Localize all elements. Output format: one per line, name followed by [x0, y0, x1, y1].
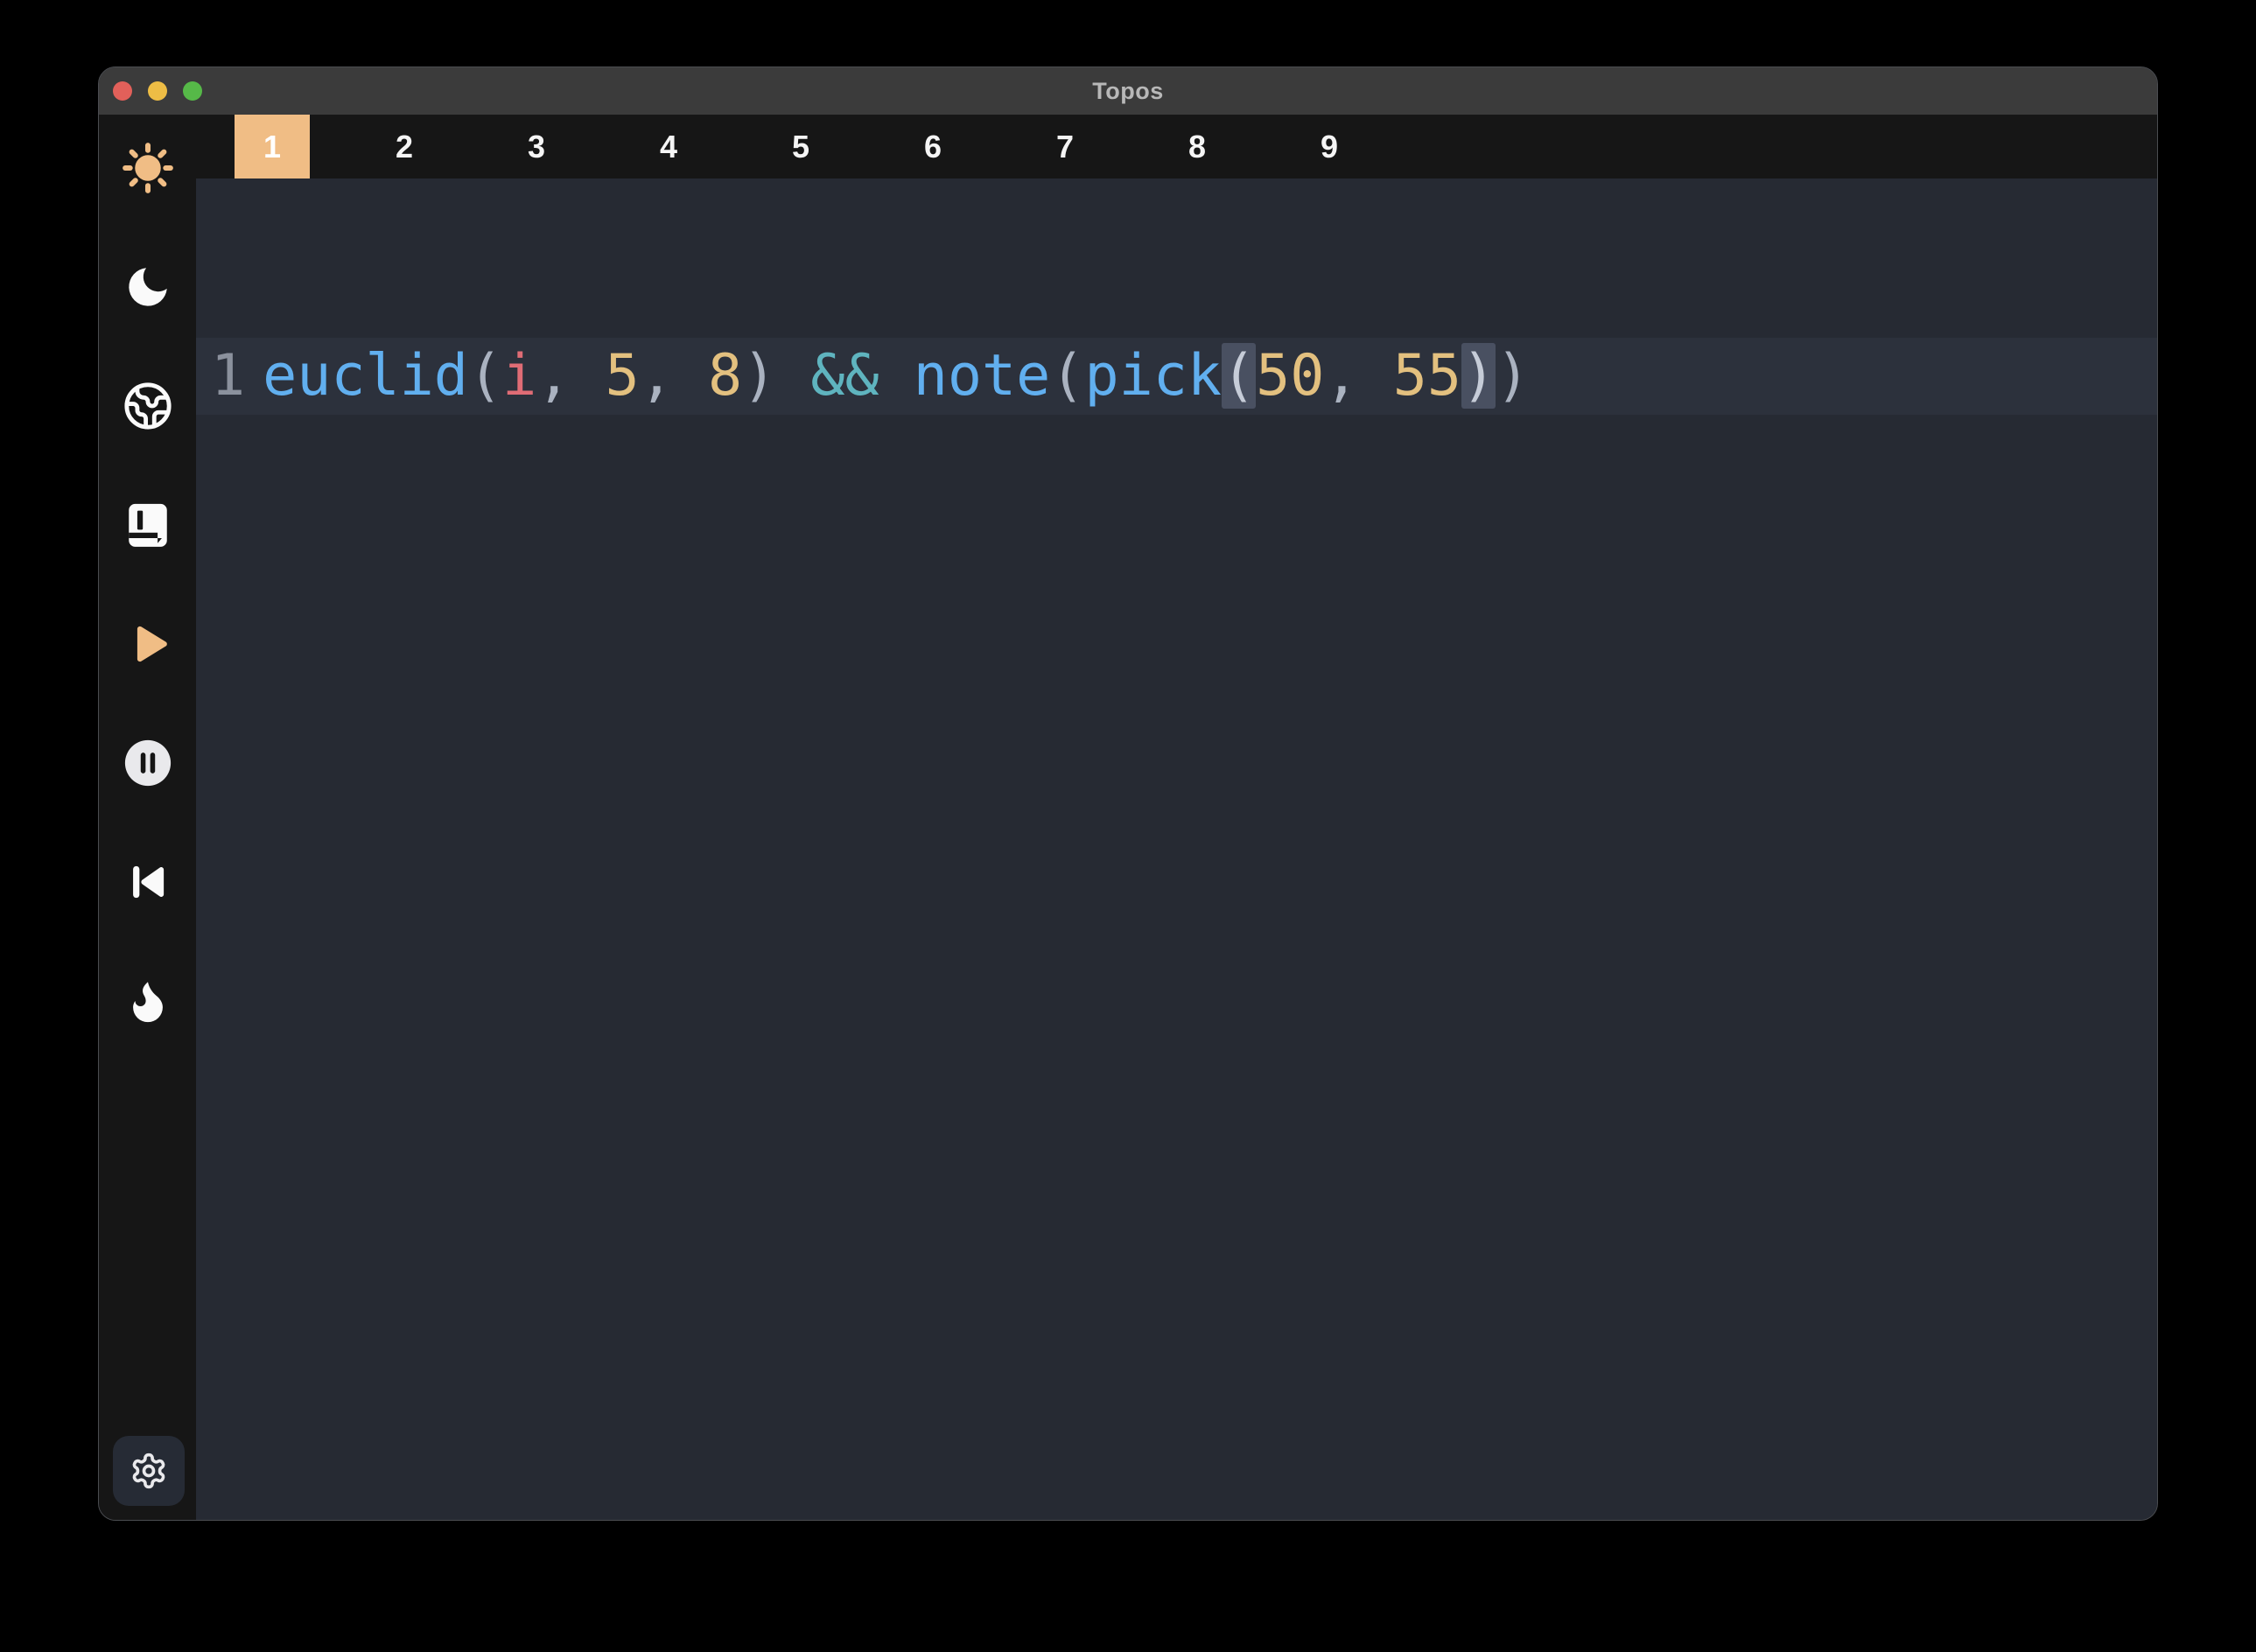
sidebar [99, 115, 196, 1520]
code-token: 8 [708, 343, 742, 409]
tab-7[interactable]: 7 [1027, 115, 1103, 178]
tab-9[interactable]: 9 [1292, 115, 1367, 178]
tab-5[interactable]: 5 [763, 115, 838, 178]
skip-back-icon [123, 857, 173, 907]
code-token: 5 [606, 343, 640, 409]
pause-button[interactable] [123, 738, 173, 788]
close-button[interactable] [113, 81, 132, 101]
code-token: note [914, 343, 1051, 409]
main-area: 123456789 1 euclid(i, 5, 8) && note(pick… [99, 115, 2157, 1520]
code-token: ) [1496, 343, 1530, 409]
flame-button[interactable] [123, 976, 173, 1026]
book-icon [123, 500, 173, 550]
gear-icon [130, 1452, 168, 1490]
code-token: ( [468, 343, 502, 409]
tab-1[interactable]: 1 [235, 115, 310, 178]
theme-light-button[interactable] [123, 144, 173, 192]
docs-button[interactable] [123, 500, 173, 550]
globe-button[interactable] [123, 382, 173, 430]
code-editor[interactable]: 1 euclid(i, 5, 8) && note(pick(50, 55)) [196, 178, 2157, 1520]
code-token: && [810, 343, 879, 409]
theme-dark-button[interactable] [123, 262, 173, 312]
tab-bar: 123456789 [196, 115, 2157, 178]
play-icon [123, 619, 173, 669]
code-token: euclid [263, 343, 468, 409]
code-token: pick [1084, 343, 1222, 409]
tab-8[interactable]: 8 [1160, 115, 1235, 178]
tab-2[interactable]: 2 [367, 115, 442, 178]
rewind-button[interactable] [123, 858, 173, 906]
pause-icon [123, 738, 173, 788]
minimize-button[interactable] [148, 81, 167, 101]
code-token: ( [1050, 343, 1084, 409]
line-number: 1 [196, 338, 245, 415]
window-title: Topos [1092, 78, 1163, 105]
globe-icon [123, 381, 173, 431]
flame-icon [123, 976, 173, 1026]
tab-4[interactable]: 4 [631, 115, 706, 178]
settings-button[interactable] [113, 1436, 185, 1506]
app-window: Topos 123456789 1 euclid(i, 5, 8) && not… [98, 66, 2158, 1521]
code-token: , [1324, 343, 1392, 409]
code-token: i [502, 343, 536, 409]
code-token: ) [742, 343, 810, 409]
content-area: 123456789 1 euclid(i, 5, 8) && note(pick… [196, 115, 2157, 1520]
code-token: 55 [1393, 343, 1461, 409]
code-token: 50 [1256, 343, 1324, 409]
tab-3[interactable]: 3 [499, 115, 574, 178]
tab-6[interactable]: 6 [895, 115, 970, 178]
play-button[interactable] [123, 620, 173, 668]
code-token: ( [1222, 343, 1256, 409]
code-token [879, 343, 914, 409]
title-bar: Topos [99, 67, 2157, 115]
sun-icon [123, 143, 173, 193]
code-token: , [536, 343, 605, 409]
code-line-content: euclid(i, 5, 8) && note(pick(50, 55)) [263, 338, 1530, 415]
code-line: 1 euclid(i, 5, 8) && note(pick(50, 55)) [196, 338, 2157, 415]
zoom-button[interactable] [183, 81, 202, 101]
moon-icon [123, 262, 173, 312]
code-token: ) [1461, 343, 1496, 409]
traffic-lights [113, 81, 202, 101]
code-token: , [640, 343, 708, 409]
